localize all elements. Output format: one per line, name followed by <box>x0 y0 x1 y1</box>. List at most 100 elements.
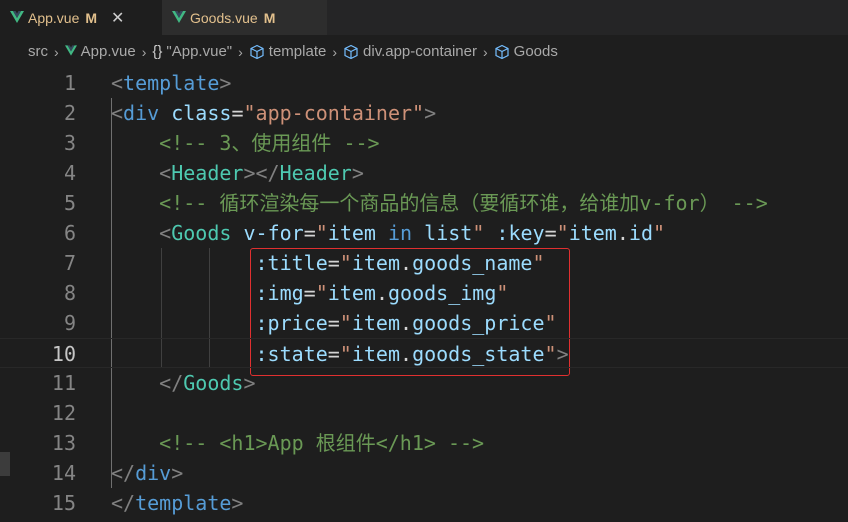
code-token: ></ <box>243 161 280 185</box>
code-content: <template> <box>111 68 231 98</box>
code-token: " <box>556 221 569 245</box>
close-icon[interactable]: ✕ <box>111 8 124 28</box>
code-line[interactable]: 4 <Header></Header> <box>0 158 848 188</box>
code-line[interactable]: 2 <div class="app-container"> <box>0 98 848 128</box>
code-line[interactable]: 1 <template> <box>0 68 848 98</box>
line-number: 8 <box>63 281 76 305</box>
vue-icon <box>64 43 81 60</box>
code-editor[interactable]: 1 <template> 2 <div class="app-container"> 3… <box>0 68 848 522</box>
code-token: Goods <box>171 221 232 245</box>
code-token: = <box>327 251 340 275</box>
breadcrumb-template[interactable]: template <box>249 43 327 60</box>
breadcrumb-src[interactable]: src <box>28 43 48 60</box>
code-token: template <box>123 71 220 95</box>
code-content: <Goods v-for="item in list" :key="item.i… <box>111 218 665 248</box>
line-number: 11 <box>51 371 76 395</box>
code-token: :price <box>255 311 328 335</box>
code-token: > <box>424 101 437 125</box>
code-line[interactable]: 13 <!-- <h1>App 根组件</h1> --> <box>0 428 848 458</box>
vue-icon <box>172 10 186 24</box>
vue-icon <box>10 10 24 24</box>
code-token: Goods <box>183 371 244 395</box>
code-token: > <box>231 491 244 515</box>
modified-badge: M <box>85 9 98 26</box>
modified-badge: M <box>263 9 276 26</box>
code-token: = <box>303 281 316 305</box>
breadcrumb-module[interactable]: {} "App.vue" <box>152 43 232 60</box>
code-token: div <box>123 101 160 125</box>
line-number: 7 <box>63 251 76 275</box>
breadcrumb-goods[interactable]: Goods <box>494 43 558 60</box>
code-token: < <box>111 101 124 125</box>
code-token: <!-- <h1>App 根组件</h1> --> <box>159 431 485 455</box>
code-line[interactable]: 12 <box>0 398 848 428</box>
code-token: </ <box>159 371 184 395</box>
code-line[interactable]: 7 :title="item.goods_name" <box>0 248 848 278</box>
code-line[interactable]: 14 </div> <box>0 458 848 488</box>
chevron-right-icon: › <box>332 43 338 60</box>
tab-app-vue[interactable]: App.vue M ✕ <box>0 0 162 35</box>
code-token: . <box>616 221 629 245</box>
code-token: " <box>315 281 328 305</box>
code-token: id <box>628 221 653 245</box>
code-line[interactable]: 9 :price="item.goods_price" <box>0 308 848 338</box>
breadcrumb: src › App.vue › {} "App.vue" › template … <box>0 35 848 68</box>
code-line[interactable]: 10 :state="item.goods_state"> <box>0 338 848 368</box>
code-token: <!-- 循环渲染每一个商品的信息（要循环谁，给谁加v-for） --> <box>159 191 768 215</box>
code-token: > <box>243 371 256 395</box>
code-token: div <box>135 461 172 485</box>
code-content: <Header></Header> <box>111 158 364 188</box>
code-line[interactable]: 15 </template> <box>0 488 848 518</box>
tab-goods-vue[interactable]: Goods.vue M <box>162 0 327 35</box>
code-token: <!-- 3、使用组件 --> <box>159 131 380 155</box>
breadcrumb-goods-label: Goods <box>513 43 558 60</box>
code-line[interactable]: 8 :img="item.goods_img" <box>0 278 848 308</box>
code-content: :state="item.goods_state"> <box>111 339 569 369</box>
tab-bar-empty-area <box>327 0 848 35</box>
code-token: goods_state <box>412 342 545 366</box>
line-number: 6 <box>63 221 76 245</box>
code-token: "app-container" <box>243 101 425 125</box>
code-token: < <box>159 161 172 185</box>
code-content: </div> <box>111 458 183 488</box>
code-token: list <box>424 221 473 245</box>
code-line[interactable]: 11 </Goods> <box>0 368 848 398</box>
code-token: = <box>231 101 244 125</box>
breadcrumb-template-label: template <box>268 43 327 60</box>
code-token: item <box>351 342 401 366</box>
code-line[interactable]: 5 <!-- 循环渲染每一个商品的信息（要循环谁，给谁加v-for） --> <box>0 188 848 218</box>
code-token: item <box>327 281 376 305</box>
braces-icon: {} <box>152 43 163 60</box>
code-token: </ <box>111 461 136 485</box>
editor-tab-bar: App.vue M ✕ Goods.vue M <box>0 0 848 35</box>
line-number: 3 <box>63 131 76 155</box>
code-line[interactable]: 3 <!-- 3、使用组件 --> <box>0 128 848 158</box>
code-token: :state <box>255 342 328 366</box>
code-token: item <box>327 221 376 245</box>
code-content: :title="item.goods_name" <box>111 248 545 278</box>
code-token: :title <box>255 251 328 275</box>
code-content: </template> <box>111 488 243 518</box>
code-token: " <box>496 281 509 305</box>
code-token: :img <box>255 281 304 305</box>
line-number: 1 <box>63 71 76 95</box>
code-token: > <box>351 161 364 185</box>
code-token: Header <box>279 161 352 185</box>
code-line[interactable]: 6 <Goods v-for="item in list" :key="item… <box>0 218 848 248</box>
code-token: v-for <box>243 221 304 245</box>
cube-icon <box>343 44 359 60</box>
breadcrumb-file[interactable]: App.vue <box>64 43 136 60</box>
breadcrumb-div[interactable]: div.app-container <box>343 43 477 60</box>
breadcrumb-module-label: "App.vue" <box>166 43 233 60</box>
cube-icon <box>249 44 265 60</box>
code-token: " <box>653 221 666 245</box>
code-token: " <box>339 251 352 275</box>
chevron-right-icon: › <box>238 43 243 60</box>
code-content: <!-- <h1>App 根组件</h1> --> <box>111 428 484 458</box>
